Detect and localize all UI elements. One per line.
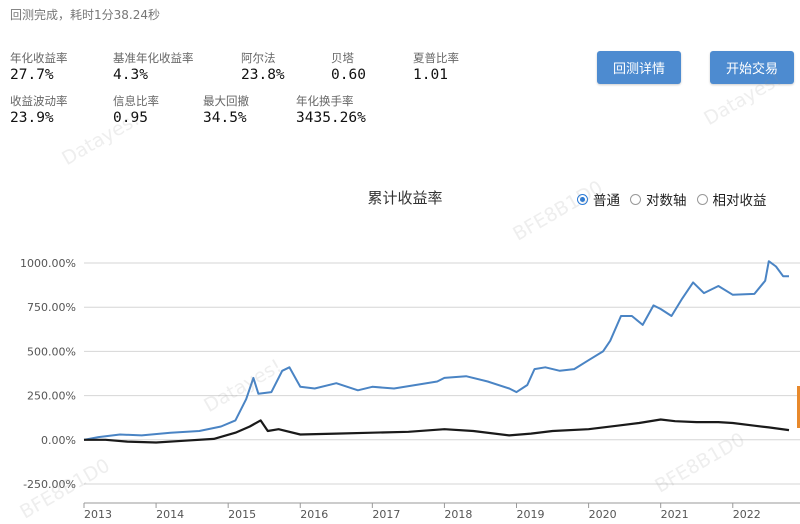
x-tick-label: 2020 — [589, 508, 617, 518]
y-tick-label: 750.00% — [27, 301, 76, 314]
y-tick-label: 1000.00% — [20, 257, 76, 270]
x-tick-label: 2022 — [733, 508, 761, 518]
y-tick-label: 500.00% — [27, 345, 76, 358]
x-tick-label: 2015 — [228, 508, 256, 518]
strategy-return-line — [83, 260, 789, 441]
x-tick-label: 2019 — [517, 508, 545, 518]
y-tick-label: 0.00% — [41, 434, 76, 447]
y-tick-label: -250.00% — [23, 478, 76, 491]
x-tick-label: 2018 — [444, 508, 472, 518]
x-tick-label: 2014 — [156, 508, 184, 518]
cumulative-return-chart: 1000.00% 750.00% 500.00% 250.00% 0.00% -250.0… — [20, 257, 800, 518]
x-tick-label: 2013 — [84, 508, 112, 518]
x-tick-label: 2017 — [372, 508, 400, 518]
x-tick-label: 2021 — [661, 508, 689, 518]
y-tick-label: 250.00% — [27, 390, 76, 403]
x-tick-label: 2016 — [300, 508, 328, 518]
